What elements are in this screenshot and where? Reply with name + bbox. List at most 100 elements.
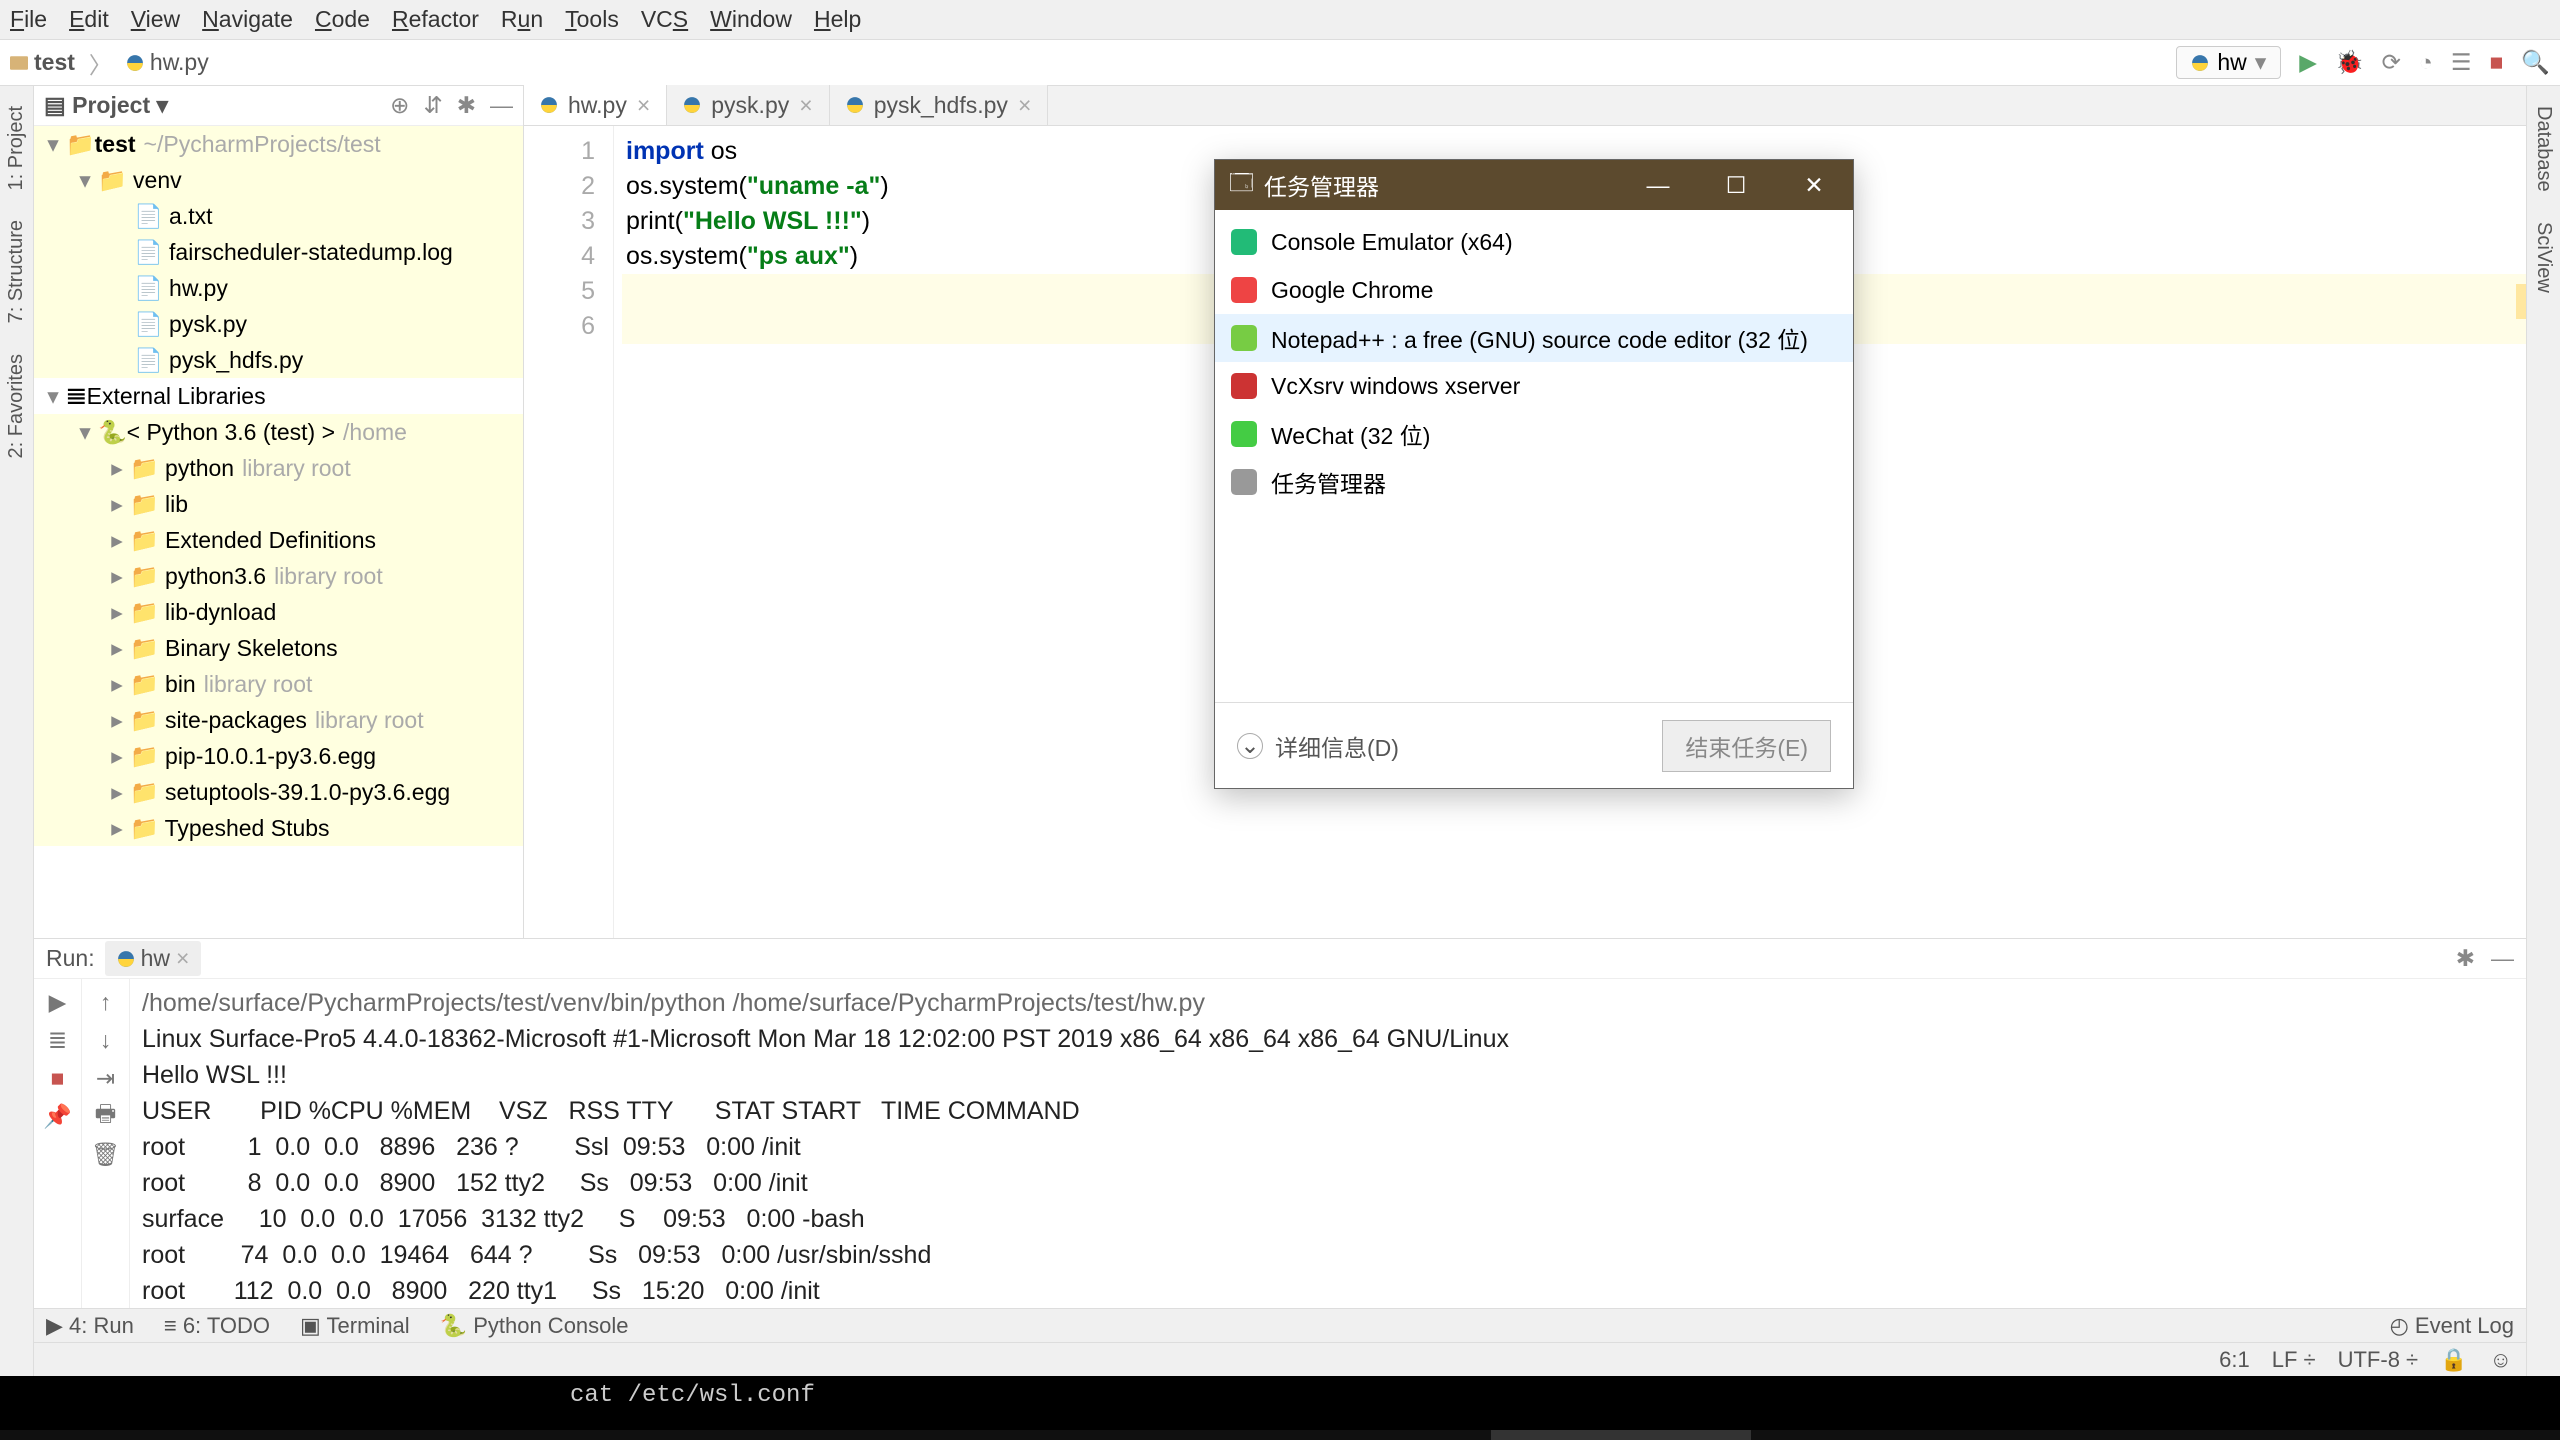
coverage-button[interactable]: ⟳ (2382, 49, 2401, 76)
search-button[interactable]: 🔍 (2521, 49, 2550, 76)
editor-tab[interactable]: pysk.py× (667, 85, 829, 125)
tree-lib-item[interactable]: ▸📁 Typeshed Stubs (34, 810, 523, 846)
foot-terminal[interactable]: ▣ Terminal (300, 1313, 410, 1339)
tree-item[interactable]: 📄 hw.py (34, 270, 523, 306)
menu-refactor[interactable]: Refactor (392, 6, 479, 33)
status-enc[interactable]: UTF-8 ÷ (2338, 1347, 2419, 1373)
attach-button[interactable]: ☰ (2451, 49, 2472, 76)
tm-process-item[interactable]: Google Chrome (1215, 266, 1853, 314)
tool-favorites[interactable]: 2: Favorites (5, 354, 28, 458)
menu-file[interactable]: File (10, 6, 47, 33)
tree-lib-item[interactable]: ▸📁 site-packageslibrary root (34, 702, 523, 738)
tree-lib-item[interactable]: ▸📁 pip-10.0.1-py3.6.egg (34, 738, 523, 774)
tree-item[interactable]: ▾📁 venv (34, 162, 523, 198)
run-stack-icon[interactable]: ≣ (45, 1027, 71, 1053)
tm-maximize[interactable]: ☐ (1697, 160, 1775, 210)
tool-project[interactable]: 1: Project (5, 106, 28, 190)
tree-lib-item[interactable]: ▸📁 lib (34, 486, 523, 522)
tree-ext-lib[interactable]: ▾𝌆 External Libraries (34, 378, 523, 414)
tm-close[interactable]: ✕ (1775, 160, 1853, 210)
tm-end-task[interactable]: 结束任务(E) (1662, 720, 1831, 772)
tree-item[interactable]: 📄 a.txt (34, 198, 523, 234)
status-pos[interactable]: 6:1 (2219, 1347, 2250, 1373)
tree-lib-item[interactable]: ▸📁 pythonlibrary root (34, 450, 523, 486)
menu-view[interactable]: View (131, 6, 180, 33)
menu-run[interactable]: Run (501, 6, 543, 33)
proj-collapse-icon[interactable]: ⇵ (423, 92, 442, 119)
proj-target-icon[interactable]: ⊕ (390, 92, 409, 119)
proj-hide-icon[interactable]: — (490, 92, 513, 119)
taskbar-app[interactable]: bash (Admin) (971, 1430, 1231, 1440)
proj-settings-icon[interactable]: ✱ (457, 92, 476, 119)
pin-icon[interactable]: 📌 (45, 1103, 71, 1129)
menu-help[interactable]: Help (814, 6, 861, 33)
stop-icon[interactable]: ■ (45, 1065, 71, 1091)
tm-process-item[interactable]: Console Emulator (x64) (1215, 218, 1853, 266)
project-title[interactable]: ▤ Project ▾ (44, 92, 168, 119)
stop-button[interactable]: ■ (2489, 49, 2503, 76)
wrap-icon[interactable]: ⇥ (93, 1065, 119, 1091)
menu-navigate[interactable]: Navigate (202, 6, 293, 33)
trash-icon[interactable]: 🗑 (93, 1141, 119, 1167)
task-manager-window[interactable]: 🗔 任务管理器 — ☐ ✕ Console Emulator (x64)Goog… (1214, 159, 1854, 789)
status-lf[interactable]: LF ÷ (2272, 1347, 2316, 1373)
tree-lib-item[interactable]: ▸📁 Binary Skeletons (34, 630, 523, 666)
tool-database[interactable]: Database (2532, 106, 2555, 192)
breadcrumb-root[interactable]: test (10, 49, 75, 76)
foot-eventlog[interactable]: ◴ Event Log (2390, 1313, 2514, 1339)
run-config-selector[interactable]: hw ▾ (2176, 46, 2281, 79)
down-icon[interactable]: ↓ (93, 1027, 119, 1053)
foot-pyconsole[interactable]: 🐍 Python Console (440, 1313, 629, 1339)
tree-lib-item[interactable]: ▸📁 Extended Definitions (34, 522, 523, 558)
edge-icon[interactable] (125, 1430, 191, 1440)
tool-sciview[interactable]: SciView (2532, 222, 2555, 293)
menu-vcs[interactable]: VCS (641, 6, 688, 33)
taskbar-app[interactable]: Ubuntu on Win… (191, 1430, 451, 1440)
menu-tools[interactable]: Tools (565, 6, 619, 33)
tm-more-details[interactable]: ⌄ 详细信息(D) (1237, 729, 1399, 763)
tree-lib-item[interactable]: ▸📁 binlibrary root (34, 666, 523, 702)
console-output[interactable]: /home/surface/PycharmProjects/test/venv/… (130, 979, 2526, 1308)
print-icon[interactable]: 🖶 (93, 1103, 119, 1129)
taskbar-app[interactable]: 任务管理器 (1491, 1430, 1751, 1440)
tree-item[interactable]: 📄 fairscheduler-statedump.log (34, 234, 523, 270)
tree-py-env[interactable]: ▾🐍 < Python 3.6 (test) >/home (34, 414, 523, 450)
taskbar-app[interactable]: ████████ (451, 1430, 711, 1440)
tm-process-item[interactable]: Notepad++ : a free (GNU) source code edi… (1215, 314, 1853, 362)
tool-structure[interactable]: 7: Structure (5, 220, 28, 323)
tree-lib-item[interactable]: ▸📁 python3.6library root (34, 558, 523, 594)
tm-minimize[interactable]: — (1619, 160, 1697, 210)
rerun-icon[interactable]: ▶ (45, 989, 71, 1015)
tree-item[interactable]: 📄 pysk_hdfs.py (34, 342, 523, 378)
editor-tab[interactable]: hw.py× (524, 85, 667, 125)
tm-process-list: Console Emulator (x64)Google ChromeNotep… (1215, 210, 1853, 702)
menu-edit[interactable]: Edit (69, 6, 109, 33)
foot-todo[interactable]: ≡ 6: TODO (164, 1313, 270, 1339)
tree-item[interactable]: 📄 pysk.py (34, 306, 523, 342)
up-icon[interactable]: ↑ (93, 989, 119, 1015)
tm-process-item[interactable]: VcXsrv windows xserver (1215, 362, 1853, 410)
run-tab[interactable]: hw× (105, 941, 202, 976)
tree-lib-item[interactable]: ▸📁 setuptools-39.1.0-py3.6.egg (34, 774, 523, 810)
editor-tab[interactable]: pysk_hdfs.py× (830, 85, 1049, 125)
breadcrumb-file[interactable]: hw.py (126, 49, 209, 76)
tm-process-item[interactable]: 任务管理器 (1215, 458, 1853, 506)
menu-code[interactable]: Code (315, 6, 370, 33)
taskbar-app[interactable]: 微信 (711, 1430, 971, 1440)
tree-root[interactable]: ▾📁 test~/PycharmProjects/test (34, 126, 523, 162)
run-settings-icon[interactable]: ✱ (2456, 945, 2475, 972)
taskbar-app[interactable]: test [~/Pychar… (1231, 1430, 1491, 1440)
tree-lib-item[interactable]: ▸📁 lib-dynload (34, 594, 523, 630)
run-hide-icon[interactable]: — (2491, 945, 2514, 972)
start-button[interactable] (0, 1430, 62, 1440)
search-button-tb[interactable]: 🔍 (62, 1430, 125, 1440)
debug-button[interactable]: 🐞 (2335, 49, 2364, 76)
tm-titlebar[interactable]: 🗔 任务管理器 — ☐ ✕ (1215, 160, 1853, 210)
tm-process-item[interactable]: WeChat (32 位) (1215, 410, 1853, 458)
profile-button[interactable]: ◔ (2419, 49, 2433, 76)
run-button[interactable]: ▶ (2299, 49, 2317, 76)
status-inspect-icon[interactable]: ☺ (2490, 1347, 2512, 1373)
menu-window[interactable]: Window (710, 6, 792, 33)
foot-run[interactable]: ▶ 4: Run (46, 1313, 134, 1339)
status-lock-icon[interactable]: 🔒 (2440, 1347, 2467, 1373)
